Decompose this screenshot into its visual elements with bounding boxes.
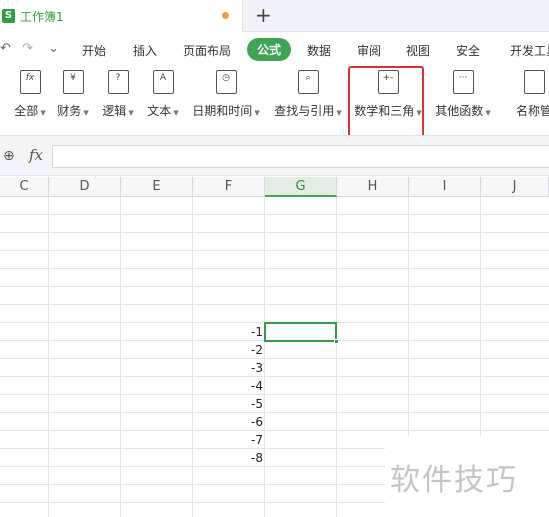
grid-line <box>0 286 549 287</box>
grid-line <box>0 214 549 215</box>
column-header-d[interactable]: D <box>49 177 121 197</box>
grid-line <box>336 197 337 517</box>
zoom-search-icon[interactable]: ⊕ <box>3 148 15 164</box>
menu-bar: ↶ ↷ ⌄ 开始 插入 页面布局 公式 数据 审阅 视图 安全 开发工具 <box>0 33 549 65</box>
text-button[interactable]: A 文本 ▼ <box>144 70 182 119</box>
menu-item-security[interactable]: 安全 <box>456 42 480 59</box>
menu-item-data[interactable]: 数据 <box>307 42 331 59</box>
cell-f-value[interactable]: -6 <box>193 415 263 429</box>
cell-f-value[interactable]: -8 <box>193 451 263 465</box>
tab-bar: S 工作簿1 + <box>0 0 549 33</box>
question-icon: ? <box>107 70 129 94</box>
formula-ribbon: fx 全部 ▼ ¥ 财务 ▼ ? 逻辑 ▼ A 文本 ▼ ◷ 日期和时间 ▼ ⌕ 查找与引… <box>0 65 549 135</box>
function-icon: fx <box>19 70 41 94</box>
clock-icon: ◷ <box>215 70 237 94</box>
cell-f-value[interactable]: -1 <box>193 325 263 339</box>
cell-f-value[interactable]: -4 <box>193 379 263 393</box>
column-header-e[interactable]: E <box>121 177 193 197</box>
column-header-i[interactable]: I <box>409 177 481 197</box>
grid-line <box>0 304 549 305</box>
currency-icon: ¥ <box>62 70 84 94</box>
grid-line <box>264 197 265 517</box>
date-time-button[interactable]: ◷ 日期和时间 ▼ <box>190 70 262 119</box>
active-cell-selection[interactable] <box>264 322 337 342</box>
column-header-g[interactable]: G <box>265 177 337 197</box>
grid-line <box>120 197 121 517</box>
cell-f-value[interactable]: -2 <box>193 343 263 357</box>
grid-line <box>0 412 549 413</box>
column-header-c[interactable]: C <box>0 177 49 197</box>
spreadsheet-icon: S <box>2 9 15 23</box>
insert-function-icon[interactable]: fx <box>29 146 43 164</box>
quick-access-more-icon[interactable]: ⌄ <box>48 41 59 56</box>
grid-line <box>0 376 549 377</box>
menu-item-formulas[interactable]: 公式 <box>247 38 292 61</box>
undo-icon[interactable]: ↶ <box>0 41 11 56</box>
grid-line <box>0 268 549 269</box>
grid-line <box>0 358 549 359</box>
name-manager-icon <box>523 70 545 94</box>
more-functions-icon: ··· <box>452 70 474 94</box>
document-title: 工作簿1 <box>20 10 64 24</box>
new-tab-button[interactable]: + <box>255 4 272 26</box>
unsaved-dot-icon <box>222 12 229 19</box>
grid-line <box>48 197 49 517</box>
grid-line <box>0 250 549 251</box>
cell-f-value[interactable]: -7 <box>193 433 263 447</box>
magnifier-icon: ⌕ <box>297 70 319 94</box>
name-manager-button[interactable]: 名称管 <box>512 70 549 119</box>
grid-line <box>0 430 549 431</box>
column-header-bar: C D E F G H I J <box>0 177 549 197</box>
menu-item-developer[interactable]: 开发工具 <box>510 42 549 59</box>
lookup-reference-button[interactable]: ⌕ 查找与引用 ▼ <box>272 70 344 119</box>
menu-item-page-layout[interactable]: 页面布局 <box>183 42 231 59</box>
cell-f-value[interactable]: -3 <box>193 361 263 375</box>
other-functions-button[interactable]: ··· 其他函数 ▼ <box>433 70 493 119</box>
document-tab[interactable]: S 工作簿1 <box>0 0 243 33</box>
all-functions-button[interactable]: fx 全部 ▼ <box>10 70 50 119</box>
grid-line <box>192 197 193 517</box>
menu-item-insert[interactable]: 插入 <box>133 42 157 59</box>
cell-f-value[interactable]: -5 <box>193 397 263 411</box>
redo-icon[interactable]: ↷ <box>22 41 33 56</box>
menu-item-start[interactable]: 开始 <box>82 42 106 59</box>
fill-handle[interactable] <box>334 339 339 344</box>
logical-button[interactable]: ? 逻辑 ▼ <box>100 70 136 119</box>
column-header-h[interactable]: H <box>337 177 409 197</box>
formula-input[interactable] <box>52 145 549 168</box>
grid-line <box>0 232 549 233</box>
menu-item-review[interactable]: 审阅 <box>357 42 381 59</box>
formula-bar: ⊕ fx <box>0 135 549 176</box>
text-icon: A <box>152 70 174 94</box>
financial-button[interactable]: ¥ 财务 ▼ <box>55 70 91 119</box>
column-header-f[interactable]: F <box>193 177 265 197</box>
column-header-j[interactable]: J <box>481 177 549 197</box>
menu-item-view[interactable]: 视图 <box>406 42 430 59</box>
grid-line <box>0 394 549 395</box>
watermark-text: 软件技巧 <box>390 463 518 498</box>
highlight-annotation-box <box>348 66 424 138</box>
